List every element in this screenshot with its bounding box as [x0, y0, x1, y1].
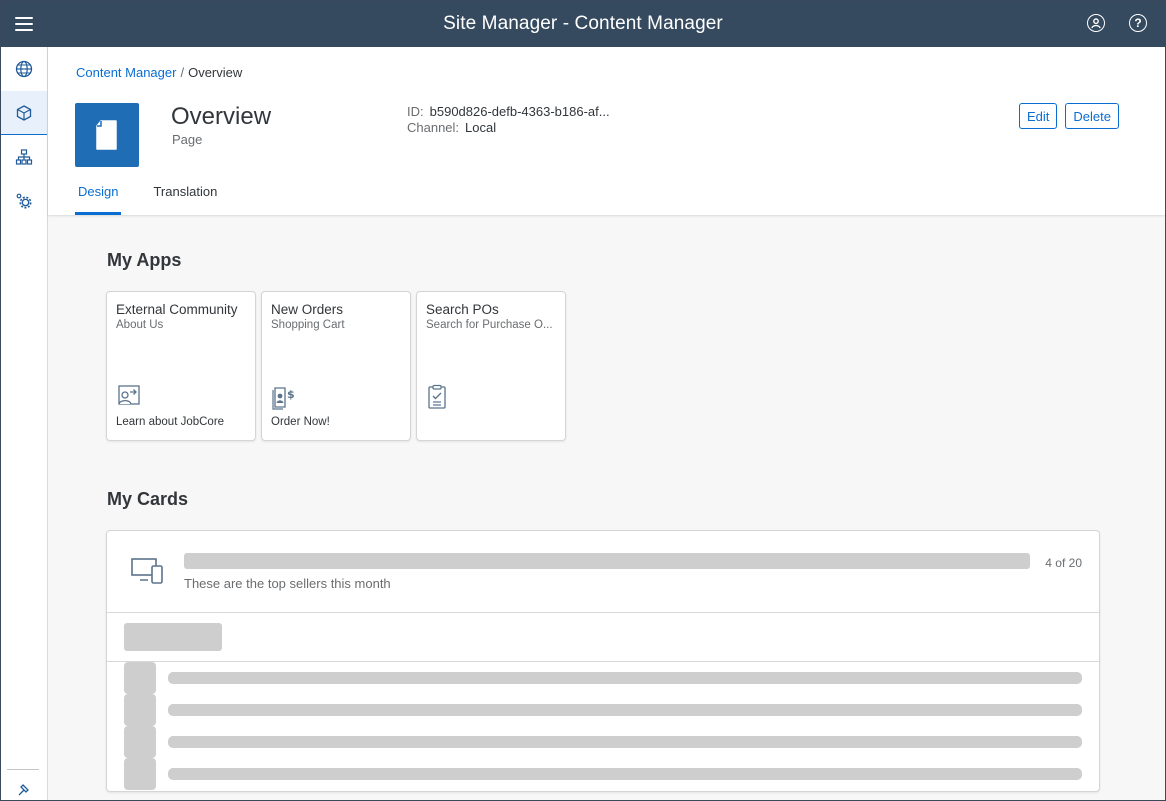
sidenav-item-settings[interactable] — [1, 179, 47, 223]
clipboard-check-icon — [428, 384, 446, 409]
tab-translation[interactable]: Translation — [150, 181, 220, 215]
card-subtitle: These are the top sellers this month — [184, 576, 391, 591]
tile-footer: Learn about JobCore — [116, 416, 225, 428]
header-actions: Edit Delete — [1019, 103, 1119, 129]
devices-icon — [131, 558, 163, 584]
list-item-avatar-placeholder — [124, 694, 156, 726]
pin-icon — [18, 784, 29, 796]
app-tile-new-orders[interactable]: New Orders Shopping Cart $ Order Now! — [261, 291, 411, 441]
tile-subtitle: Search for Purchase O... — [426, 319, 553, 331]
app-tile-external-community[interactable]: External Community About Us Learn about … — [106, 291, 256, 441]
app-frame: Site Manager - Content Manager ? Content… — [0, 0, 1166, 801]
breadcrumb-separator: / — [180, 65, 185, 80]
list-item-text-placeholder — [168, 672, 1082, 684]
page-subtitle: Page — [172, 132, 203, 147]
list-item-avatar-placeholder — [124, 726, 156, 758]
person-arrow-icon — [118, 385, 140, 405]
my-apps-heading: My Apps — [107, 250, 182, 270]
sidenav-divider — [7, 769, 39, 770]
list-card[interactable]: 4 of 20 These are the top sellers this m… — [106, 530, 1100, 792]
breadcrumb-link-content-manager[interactable]: Content Manager — [76, 65, 176, 80]
card-filter-placeholder — [124, 623, 222, 651]
breadcrumb-current: Overview — [188, 65, 243, 80]
sidenav-pin[interactable] — [1, 776, 47, 800]
tile-subtitle: Shopping Cart — [271, 319, 345, 331]
order-dollar-icon: $ — [272, 387, 295, 410]
shell-bar: Site Manager - Content Manager ? — [1, 1, 1165, 47]
app-tile-search-pos[interactable]: Search POs Search for Purchase O... — [416, 291, 566, 441]
card-list-divider — [107, 661, 1099, 662]
sidenav-item-sites[interactable] — [1, 47, 47, 91]
side-navigation — [1, 47, 48, 800]
card-header-divider — [107, 612, 1099, 613]
sidenav-item-content[interactable] — [1, 91, 47, 135]
tile-subtitle: About Us — [116, 319, 164, 331]
list-item-avatar-placeholder — [124, 662, 156, 694]
list-item-text-placeholder — [168, 704, 1082, 716]
list-item-text-placeholder — [168, 768, 1082, 780]
page-title: Overview — [171, 103, 272, 130]
object-attributes: ID: b590d826-defb-4363-b186-af... Channel… — [407, 104, 610, 136]
tile-footer: Order Now! — [271, 416, 330, 428]
card-count: 4 of 20 — [1045, 556, 1082, 570]
sitemap-icon — [15, 149, 33, 165]
channel-label: Channel: — [407, 120, 460, 135]
tile-title: Search POs — [426, 302, 499, 317]
list-item-text-placeholder — [168, 736, 1082, 748]
id-attribute: ID: b590d826-defb-4363-b186-af... — [407, 104, 610, 120]
svg-text:$: $ — [287, 388, 295, 401]
tile-title: New Orders — [271, 302, 344, 317]
card-title-placeholder — [184, 553, 1030, 569]
sidenav-item-structure[interactable] — [1, 135, 47, 179]
channel-value: Local — [465, 120, 497, 135]
list-item-avatar-placeholder — [124, 758, 156, 790]
menu-icon[interactable] — [15, 13, 37, 35]
id-label: ID: — [407, 104, 424, 119]
tile-title: External Community — [116, 302, 238, 317]
globe-icon — [15, 60, 33, 78]
user-icon[interactable] — [1087, 14, 1105, 32]
app-title: Site Manager - Content Manager — [443, 13, 723, 34]
delete-button[interactable]: Delete — [1065, 103, 1119, 129]
cube-icon — [16, 104, 32, 121]
channel-attribute: Channel: Local — [407, 120, 610, 136]
page-icon — [75, 103, 139, 167]
id-value: b590d826-defb-4363-b186-af... — [429, 104, 610, 119]
my-cards-heading: My Cards — [107, 489, 189, 509]
tab-bar: Design Translation — [75, 181, 249, 215]
help-icon[interactable]: ? — [1129, 14, 1147, 32]
object-header: Content Manager / Overview Overview Page I… — [48, 47, 1165, 215]
tab-design[interactable]: Design — [75, 181, 122, 215]
settings-icon — [16, 193, 32, 209]
breadcrumb: Content Manager / Overview — [76, 65, 242, 80]
edit-button[interactable]: Edit — [1019, 103, 1058, 129]
